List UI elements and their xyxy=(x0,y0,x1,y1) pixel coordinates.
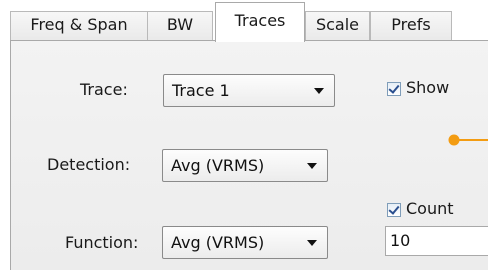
detection-select[interactable]: Avg (VRMS) xyxy=(162,149,328,182)
checkmark-icon xyxy=(388,82,400,94)
count-checkbox[interactable] xyxy=(387,203,401,217)
tab-scale[interactable]: Scale xyxy=(305,11,370,41)
tab-bw[interactable]: BW xyxy=(147,11,213,41)
trace-select[interactable]: Trace 1 xyxy=(163,74,335,107)
trace-color-marker-icon xyxy=(448,134,488,146)
count-label: Count xyxy=(406,199,454,218)
chevron-down-icon xyxy=(314,88,324,94)
function-label: Function: xyxy=(65,233,139,252)
chevron-down-icon xyxy=(307,163,317,169)
checkmark-icon xyxy=(388,203,400,215)
chevron-down-icon xyxy=(307,240,317,246)
show-checkbox[interactable] xyxy=(387,82,401,96)
count-input-value: 10 xyxy=(390,231,411,250)
detection-select-value: Avg (VRMS) xyxy=(171,156,265,175)
trace-select-value: Trace 1 xyxy=(172,81,230,100)
function-select[interactable]: Avg (VRMS) xyxy=(162,226,328,259)
tab-traces[interactable]: Traces xyxy=(215,2,305,42)
count-input[interactable]: 10 xyxy=(385,226,488,256)
detection-label: Detection: xyxy=(47,155,131,174)
tab-prefs[interactable]: Prefs xyxy=(370,11,452,41)
function-select-value: Avg (VRMS) xyxy=(171,233,265,252)
tab-freq-span[interactable]: Freq & Span xyxy=(10,11,148,41)
trace-label: Trace: xyxy=(80,80,128,99)
tab-strip: Freq & Span BW Traces Scale Prefs xyxy=(0,0,488,42)
show-label: Show xyxy=(406,78,450,97)
